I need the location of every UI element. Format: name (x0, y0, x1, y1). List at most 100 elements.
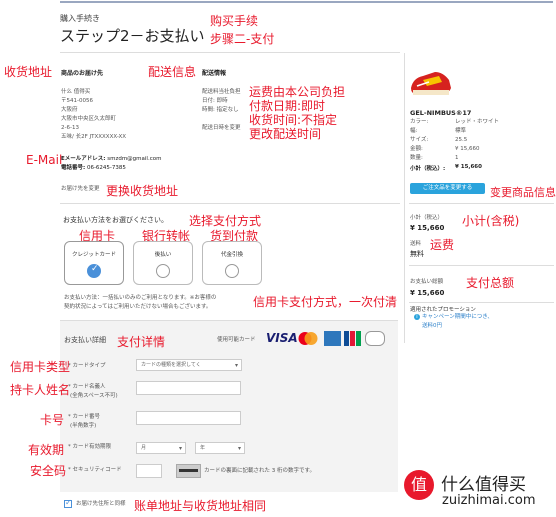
card-number-input[interactable] (136, 411, 241, 425)
card-type-label: * カードタイプ (68, 363, 106, 369)
section-divider-1 (60, 203, 400, 204)
attr-width-value: 標準 (455, 128, 467, 134)
amex-icon (324, 331, 341, 346)
annot-payment-details: 支付详情 (117, 335, 166, 349)
chevron-down-icon: ▾ (178, 445, 182, 452)
card-holder-input[interactable] (136, 381, 241, 395)
cvv-label: * セキュリティコード (68, 467, 122, 473)
billing-same-label: お届け先住所と同様 (76, 501, 126, 507)
shipping-heading: 商品のお届け先 (61, 70, 104, 77)
payment-option-deferred-label: 後払い (154, 252, 172, 258)
billing-same-checkbox[interactable]: ✓ (64, 498, 72, 508)
annot-card-holder: 持卡人姓名 (10, 383, 71, 397)
shipping-name: 什么 值得买 (61, 89, 91, 95)
annot-total: 支付总额 (466, 276, 515, 290)
delivery-line-3: 時間: 指定なし (202, 107, 239, 113)
subtotal-label: 小計（税込） (410, 215, 444, 221)
total-value: ¥ 15,660 (410, 289, 445, 297)
email-label: Eメールアドレス: (61, 156, 106, 162)
expiry-year-select[interactable]: 年 ▾ (195, 442, 245, 454)
watermark-cn: 什么值得买 (441, 475, 526, 495)
payment-option-credit-card[interactable]: クレジットカード ✓ (64, 241, 124, 285)
payment-option-cod-label: 代金引換 (220, 252, 243, 258)
card-holder-label-text: カード名義人 (72, 384, 106, 390)
annot-title-2: 步骤二-支付 (210, 32, 275, 46)
annot-delivery-4: 更改配送时间 (249, 127, 322, 141)
chevron-down-icon: ▾ (234, 362, 238, 369)
payment-option-deferred[interactable]: 後払い (133, 241, 193, 285)
card-type-select[interactable]: カードの種類を選択してく ▾ (136, 359, 242, 371)
annot-billing: 账单地址与收货地址相同 (134, 499, 267, 513)
payment-note-2: 契約状況によってはご利用いただけない場合もございます。 (64, 304, 212, 310)
delivery-line-2: 日付: 即時 (202, 98, 228, 104)
radio-credit-selected[interactable]: ✓ (87, 264, 101, 278)
product-image (409, 60, 453, 102)
radio-deferred[interactable] (156, 264, 170, 278)
cvv-label-text: セキュリティコード (72, 467, 122, 473)
change-address-link[interactable]: お届け先を変更 (61, 185, 100, 193)
radio-cod[interactable] (225, 264, 239, 278)
card-number-label: * カード番号 (68, 414, 101, 420)
watermark-logo: 值 (404, 470, 434, 500)
card-holder-sub: (全角スペース不可) (70, 393, 118, 399)
chevron-down-icon: ▾ (237, 445, 241, 452)
card-type-placeholder: カードの種類を選択してく (141, 362, 201, 368)
email-row: Eメールアドレス: smzdm@gmail.com (61, 155, 161, 163)
attr-qty-value: 1 (455, 155, 459, 161)
phone-row: 電話番号: 06-6245-7385 (61, 164, 126, 172)
attr-size-key: サイズ: (410, 137, 429, 143)
product-name: GEL-NIMBUS®17 (410, 109, 472, 117)
check-icon: ✓ (91, 264, 99, 274)
diners-icon (365, 331, 385, 346)
attr-qty: 数量: 1 (410, 154, 459, 162)
payment-option-credit-label: クレジットカード (71, 252, 116, 258)
annot-email: E-Mail (26, 153, 63, 167)
payment-option-cod[interactable]: 代金引換 (202, 241, 262, 285)
annot-change-address: 更换收货地址 (106, 184, 179, 198)
annot-payment-note: 信用卡支付方式，一次付清 (253, 295, 398, 309)
card-type-label-text: カードタイプ (72, 363, 106, 369)
shipping-ward: 大阪市中央区久太郎町 (61, 116, 117, 122)
shipping-city: 大阪府 (61, 107, 78, 113)
attr-color-key: カラー: (410, 119, 429, 125)
cvv-note: カードの裏面に記載された 3 桁の数字です。 (204, 468, 315, 474)
mastercard-icon (297, 331, 319, 346)
shipping-building: 五味/ 长2F JTXXXXXX-XX (61, 134, 127, 140)
change-delivery-link[interactable]: 配送日時を変更 (202, 124, 241, 132)
top-bar (60, 1, 553, 3)
check-icon: ✓ (65, 498, 72, 507)
attr-price-value: ¥ 15,660 (455, 146, 480, 152)
watermark-url: zuizhimai.com (442, 493, 536, 508)
change-order-button[interactable]: ご注文品を変更する (410, 183, 485, 194)
attr-color-value: レッド・ホワイト (455, 119, 500, 125)
annot-shipping-heading: 收货地址 (4, 65, 53, 79)
promo-line-2[interactable]: 送料0円 (422, 322, 442, 330)
annot-card-number: 卡号 (40, 413, 65, 427)
annot-change-order: 变更商品信息 (490, 186, 556, 199)
payment-prompt: お支払い方法をお選びください。 (63, 216, 168, 224)
annot-subtotal: 小计(含税) (462, 214, 520, 228)
shipping-postal: 〒541-0056 (61, 98, 93, 104)
attr-size: サイズ: 25.5 (410, 136, 467, 144)
promo-line-1[interactable]: キャンペーン期間中につき、 (422, 313, 493, 321)
attr-width: 幅: 標準 (410, 127, 466, 135)
attr-size-value: 25.5 (455, 137, 468, 143)
delivery-heading: 配送情報 (202, 70, 227, 77)
sidebar-divider-2 (409, 265, 554, 266)
expiry-label-text: カード有効期限 (72, 444, 112, 450)
card-holder-label: * カード名義人 (68, 384, 106, 390)
annot-cvv: 安全码 (30, 464, 67, 478)
attr-price-key: 金額: (410, 146, 423, 152)
total-label: お支払い総額 (410, 279, 444, 285)
jcb-icon (344, 331, 361, 346)
breadcrumb: 購入手続き (60, 14, 100, 23)
expiry-year-value: 年 (200, 445, 206, 451)
sidebar-divider (404, 53, 405, 343)
attr-width-key: 幅: (410, 128, 418, 134)
item-subtotal-label: 小計（税込）: (410, 166, 446, 172)
cvv-input[interactable] (136, 464, 162, 478)
shipping-fee-value: 無料 (410, 250, 424, 258)
page-title: ステップ2－お支払い (60, 27, 205, 45)
phone-label: 電話番号: (61, 165, 86, 171)
expiry-month-select[interactable]: 月 ▾ (136, 442, 186, 454)
